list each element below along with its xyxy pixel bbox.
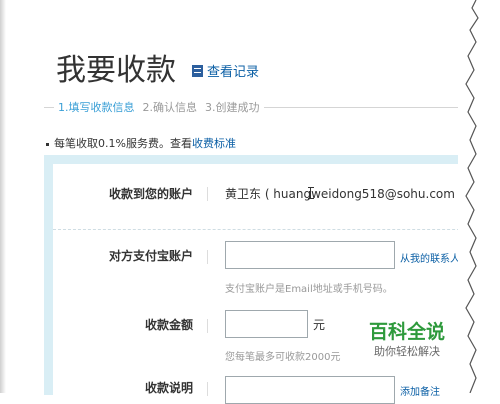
view-records-link[interactable]: 查看记录 — [192, 61, 259, 80]
page-title: 我要收款 — [56, 53, 176, 88]
watermark-logo: 百科全说 助你轻松解决 — [352, 318, 462, 366]
view-records-label: 查看记录 — [207, 65, 260, 80]
torn-edge — [458, 0, 500, 393]
account-value: 黄卫东 ( huangweidong518@sohu.com — [225, 187, 455, 201]
field-separator — [207, 250, 208, 264]
payer-account-hint: 支付宝账户是Email地址或手机号码。 — [225, 284, 393, 295]
field-separator — [207, 187, 208, 201]
add-note-link[interactable]: 添加备注 — [400, 383, 440, 398]
bullet-icon — [46, 142, 49, 146]
amount-label: 收款金额 — [144, 318, 193, 332]
payer-account-label: 对方支付宝账户 — [108, 249, 193, 263]
step-1: 1.填写收款信息 — [58, 101, 135, 114]
field-separator — [207, 319, 208, 333]
field-separator — [207, 382, 208, 396]
from-contacts-link[interactable]: 从我的联系人 — [400, 250, 460, 265]
step-3: 3.创建成功 — [205, 101, 260, 114]
text-cursor-icon — [308, 187, 317, 199]
fee-notice-text: 每笔收取0.1%服务费。查看 — [54, 137, 192, 150]
description-label: 收款说明 — [144, 381, 193, 395]
description-input[interactable] — [225, 376, 395, 404]
step-2: 2.确认信息 — [142, 101, 198, 114]
watermark-title: 百科全说 — [368, 321, 445, 343]
window-left-shadow — [0, 0, 6, 393]
watermark-subtitle: 助你轻松解决 — [374, 345, 440, 358]
document-icon — [192, 64, 203, 77]
amount-hint: 您每笔最多可收款2000元 — [225, 352, 341, 363]
row-divider — [53, 229, 500, 230]
fee-notice: 每笔收取0.1%服务费。查看收费标准 — [46, 135, 236, 151]
amount-input[interactable] — [225, 310, 308, 338]
fee-standard-link[interactable]: 收费标准 — [192, 137, 236, 150]
step-line — [44, 106, 54, 108]
step-line — [263, 106, 464, 108]
progress-steps: 1.填写收款信息 2.确认信息 3.创建成功 — [44, 100, 464, 114]
account-label: 收款到您的账户 — [108, 187, 193, 201]
amount-unit: 元 — [313, 318, 326, 332]
payer-account-input[interactable] — [225, 241, 395, 269]
